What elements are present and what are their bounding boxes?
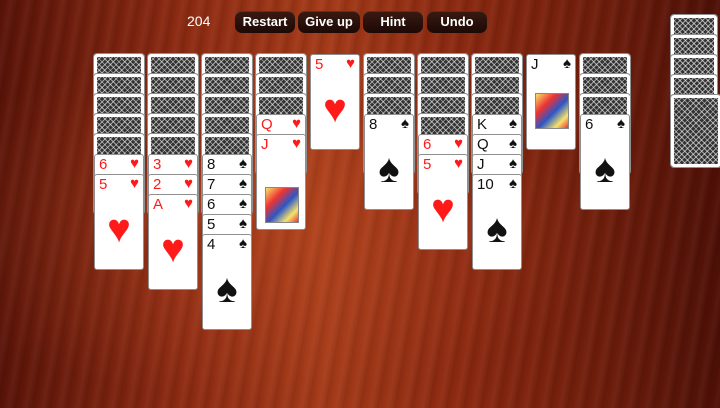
spade-icon: ♠ [401,115,409,132]
spade-icon: ♠ [239,155,247,172]
card-rank: 10 [477,176,494,193]
give-up-button[interactable]: Give up [298,11,360,33]
heart-icon: ♥ [292,115,301,132]
stock-top-card[interactable] [670,94,720,168]
card[interactable]: 5 ♥ ♥ [94,174,144,270]
card-rank: 5 [423,156,432,173]
card-rank: 5 [207,216,216,233]
heart-icon: ♥ [454,155,463,172]
heart-icon: ♥ [323,87,347,131]
card[interactable]: 6 ♠ ♠ [580,114,630,210]
card[interactable]: J ♥ [256,134,306,230]
spade-icon: ♠ [509,155,517,172]
card-rank: 8 [207,156,216,173]
court-card-portrait [265,187,299,223]
card-rank: 8 [369,116,378,133]
card-rank: 6 [423,136,432,153]
spade-icon: ♠ [563,55,571,72]
heart-icon: ♥ [130,175,139,192]
card[interactable]: 10 ♠ ♠ [472,174,522,270]
spade-icon: ♠ [239,235,247,252]
card-rank: 2 [153,176,162,193]
card-rank: 5 [315,56,324,73]
card-rank: J [261,136,269,153]
card[interactable]: J ♠ [526,54,576,150]
card-rank: 5 [99,176,108,193]
card[interactable]: 5 ♥ ♥ [418,154,468,250]
spade-icon: ♠ [509,175,517,192]
spade-icon: ♠ [617,115,625,132]
spade-icon: ♠ [239,175,247,192]
heart-icon: ♥ [346,55,355,72]
card-rank: J [477,156,485,173]
card-rank: 7 [207,176,216,193]
spade-icon: ♠ [486,207,508,251]
card-rank: K [477,116,488,133]
card-rank: 3 [153,156,162,173]
card-rank: 4 [207,236,216,253]
card-rank: 6 [207,196,216,213]
spade-icon: ♠ [378,147,400,191]
card[interactable]: A ♥ ♥ [148,194,198,290]
spade-icon: ♠ [509,135,517,152]
heart-icon: ♥ [454,135,463,152]
card-rank: 6 [99,156,108,173]
heart-icon: ♥ [292,135,301,152]
heart-icon: ♥ [161,227,185,271]
heart-icon: ♥ [431,187,455,231]
card-rank: J [531,56,539,73]
undo-button[interactable]: Undo [427,11,487,33]
spade-icon: ♠ [509,115,517,132]
heart-icon: ♥ [130,155,139,172]
heart-icon: ♥ [184,195,193,212]
toolbar: 204 Restart Give up Hint Undo [0,11,720,33]
card-rank: 6 [585,116,594,133]
restart-button[interactable]: Restart [235,11,295,33]
card[interactable]: 5 ♥ ♥ [310,54,360,150]
spade-icon: ♠ [239,215,247,232]
card[interactable]: 8 ♠ ♠ [364,114,414,210]
heart-icon: ♥ [107,207,131,251]
heart-icon: ♥ [184,155,193,172]
score-display: 204 [187,13,211,29]
spade-icon: ♠ [594,147,616,191]
spade-icon: ♠ [239,195,247,212]
heart-icon: ♥ [184,175,193,192]
court-card-portrait [535,93,569,129]
card-rank: A [153,196,164,213]
card-rank: Q [477,136,489,153]
spade-icon: ♠ [216,267,238,311]
hint-button[interactable]: Hint [363,11,423,33]
card-rank: Q [261,116,273,133]
card[interactable]: 4 ♠ ♠ [202,234,252,330]
